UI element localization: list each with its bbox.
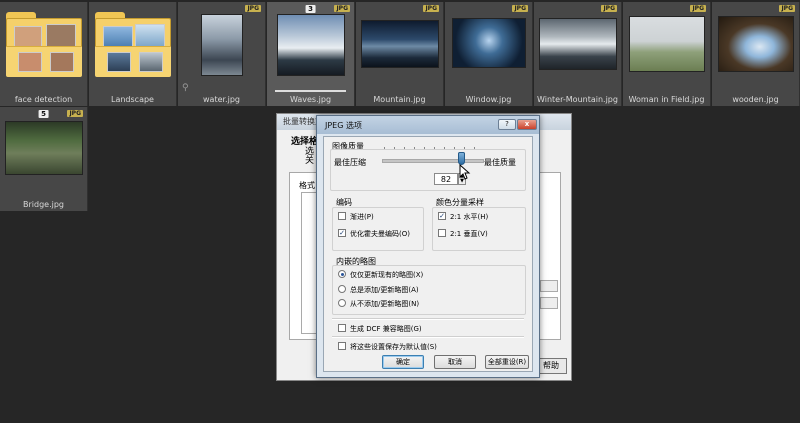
thumbnail-wooden[interactable]: JPG wooden.jpg — [712, 2, 800, 106]
thumbnail-label: Mountain.jpg — [373, 95, 426, 104]
selection-bar — [275, 90, 346, 92]
horizontal-subsampling-label: 2:1 水平(H) — [450, 213, 489, 221]
thumbnail-image — [717, 16, 794, 72]
dcf-checkbox[interactable] — [338, 324, 346, 332]
side-button[interactable] — [540, 297, 558, 309]
thumbnail-never-add-label: 从不添加/更新略图(N) — [350, 300, 420, 308]
jpg-badge: JPG — [67, 110, 83, 117]
thumbnail-bridge[interactable]: 5 JPG Bridge.jpg — [0, 107, 88, 211]
thumbnail-mountain[interactable]: JPG Mountain.jpg — [356, 2, 444, 106]
thumbnail-label: Window.jpg — [465, 95, 512, 104]
thumbnail-window[interactable]: JPG Window.jpg — [445, 2, 533, 106]
selection-number-badge: 3 — [305, 5, 316, 13]
jpeg-dialog-titlebar[interactable]: JPEG 选项 ? x — [317, 116, 539, 134]
jpg-badge: JPG — [334, 5, 350, 12]
selection-number-badge: 5 — [38, 110, 49, 118]
divider — [332, 336, 524, 338]
close-icon[interactable]: x — [517, 119, 537, 130]
side-button[interactable] — [540, 280, 558, 292]
jpg-badge: JPG — [601, 5, 617, 12]
vertical-subsampling-label: 2:1 垂直(V) — [450, 230, 488, 238]
thumbnail-label: Waves.jpg — [289, 95, 332, 104]
help-icon[interactable]: ? — [498, 119, 516, 130]
thumbnail-winter-mountain[interactable]: JPG Winter-Mountain.jpg — [534, 2, 622, 106]
thumbnail-label: water.jpg — [203, 95, 240, 104]
jpg-badge: JPG — [512, 5, 528, 12]
batch-convert-subtext: 关 — [305, 156, 315, 166]
horizontal-subsampling-checkbox[interactable]: ✓ — [438, 212, 446, 220]
thumbnail-label: Landscape — [111, 95, 154, 104]
thumbnail-water[interactable]: JPG ⚲ water.jpg — [178, 2, 266, 106]
format-label: 格式 — [297, 180, 317, 191]
location-pin-icon: ⚲ — [182, 83, 189, 93]
jpg-badge: JPG — [690, 5, 706, 12]
dialog-title: JPEG 选项 — [325, 121, 362, 130]
jpg-badge: JPG — [423, 5, 439, 12]
divider — [332, 318, 524, 320]
thumbnail-update-existing-radio[interactable] — [338, 270, 346, 278]
thumbnail-label: Bridge.jpg — [23, 200, 64, 209]
vertical-subsampling-checkbox[interactable] — [438, 229, 446, 237]
min-quality-label: 最佳压缩 — [334, 158, 366, 167]
cancel-button[interactable]: 取消 — [434, 355, 476, 369]
thumbnail-folder-landscape[interactable]: Landscape — [89, 2, 177, 106]
jpg-badge: JPG — [245, 5, 261, 12]
slider-track[interactable] — [382, 159, 484, 163]
quality-group — [330, 149, 526, 191]
progressive-checkbox[interactable] — [338, 212, 346, 220]
thumbnail-waves[interactable]: 3 JPG Waves.jpg — [267, 2, 355, 106]
optimize-huffman-checkbox[interactable]: ✓ — [338, 229, 346, 237]
max-quality-label: 最佳质量 — [484, 158, 516, 167]
mouse-cursor-icon — [459, 164, 471, 180]
folder-icon — [6, 12, 82, 77]
progressive-label: 渐进(P) — [350, 213, 374, 221]
thumbnail-image — [276, 14, 345, 76]
jpeg-options-dialog: JPEG 选项 ? x 图像质量 最佳压缩 最佳质量 82 ▲ ▼ 编码 渐进(… — [316, 115, 540, 378]
optimize-huffman-label: 优化霍夫曼编码(O) — [350, 230, 410, 238]
thumbnail-always-add-label: 总是添加/更新略图(A) — [350, 286, 419, 294]
save-default-label: 将这些设置保存为默认值(S) — [350, 343, 437, 351]
thumbnail-image — [360, 20, 439, 68]
thumbnail-label: wooden.jpg — [732, 95, 779, 104]
ok-button[interactable]: 确定 — [382, 355, 424, 369]
thumbnail-always-add-radio[interactable] — [338, 285, 346, 293]
folder-icon — [95, 12, 171, 77]
reset-all-button[interactable]: 全部重设(R) — [485, 355, 529, 369]
jpeg-dialog-body: 图像质量 最佳压缩 最佳质量 82 ▲ ▼ 编码 渐进(P) ✓ 优化霍夫曼编码… — [323, 136, 533, 372]
jpg-badge: JPG — [779, 5, 795, 12]
thumbnail-label: Woman in Field.jpg — [628, 95, 705, 104]
thumbnail-never-add-radio[interactable] — [338, 299, 346, 307]
dcf-label: 生成 DCF 兼容略图(G) — [350, 325, 422, 333]
thumbnail-label: Winter-Mountain.jpg — [537, 95, 618, 104]
thumbnail-image — [538, 18, 617, 70]
thumbnail-woman-in-field[interactable]: JPG Woman in Field.jpg — [623, 2, 711, 106]
thumbnail-image — [628, 16, 705, 72]
thumbnail-image — [4, 121, 83, 175]
thumbnail-update-existing-label: 仅仅更新现有的略图(X) — [350, 271, 424, 279]
quality-value-input[interactable]: 82 — [434, 173, 458, 185]
save-default-checkbox[interactable] — [338, 342, 346, 350]
thumbnail-folder-face-detection[interactable]: face detection — [0, 2, 88, 106]
thumbnail-image — [451, 18, 526, 68]
thumbnail-label: face detection — [14, 95, 73, 104]
thumbnail-image — [200, 14, 243, 76]
